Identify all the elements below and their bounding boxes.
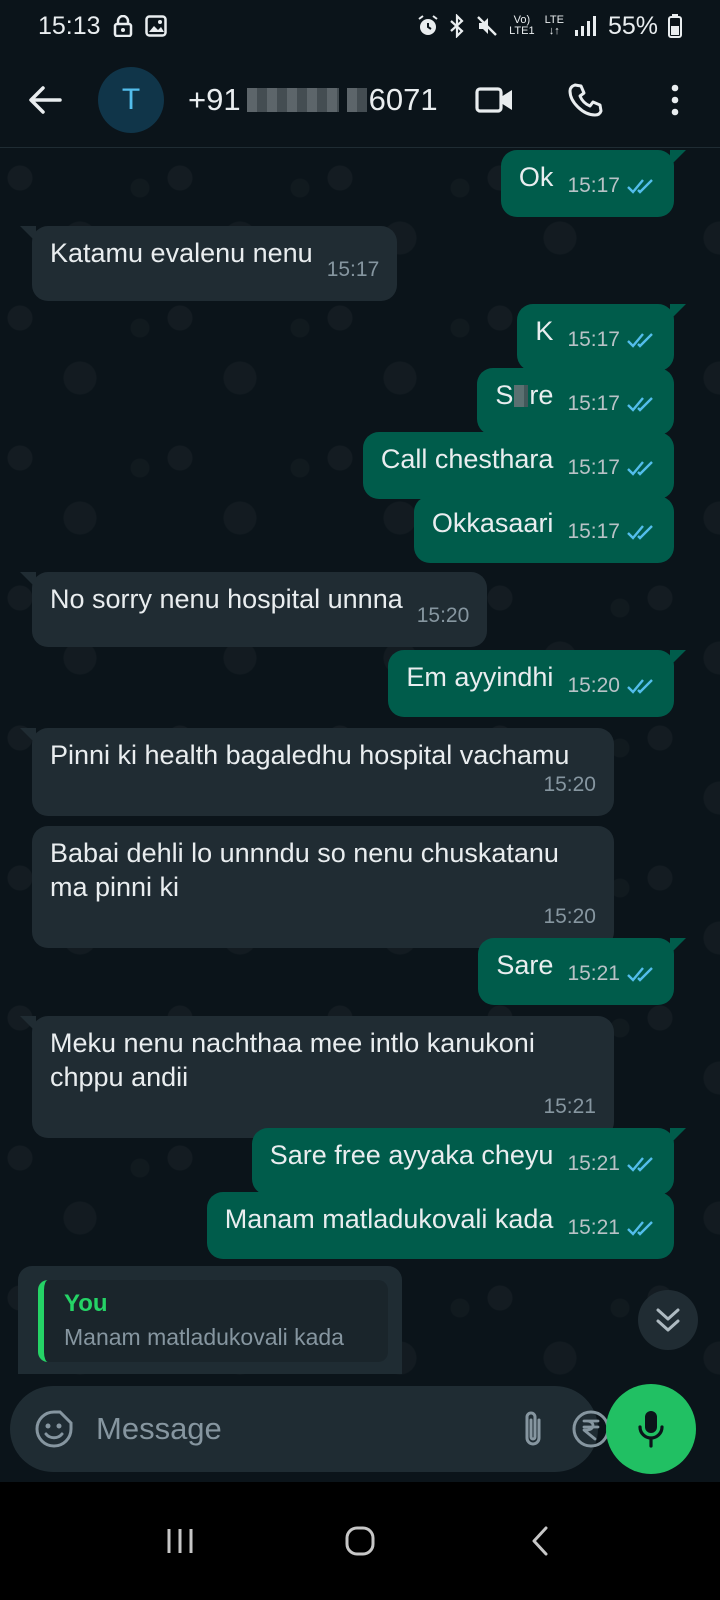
message-bubble-incoming[interactable]: Meku nenu nachthaa mee intlo kanukoni ch… (20, 1016, 614, 1138)
mute-icon (475, 14, 499, 38)
contact-avatar[interactable]: T (98, 66, 164, 133)
redacted-number-block (346, 87, 367, 112)
volte-indicator: Vo) LTE1 (509, 14, 535, 37)
double-chevron-down-icon (656, 1308, 680, 1332)
video-call-button[interactable] (450, 52, 540, 148)
reply-author: You (64, 1290, 108, 1317)
message-bubble-incoming[interactable]: Pinni ki health bagaledhu hospital vacha… (20, 728, 614, 816)
chat-header: T +91 6071 (0, 52, 720, 148)
read-receipt-icon (627, 967, 653, 982)
status-bar: 15:13 Vo) LTE1 LTE ↓↑ 55% (0, 0, 720, 52)
lte-indicator: LTE ↓↑ (544, 14, 564, 37)
read-receipt-icon (627, 525, 653, 540)
attach-button[interactable] (519, 1402, 547, 1456)
gallery-icon (144, 15, 167, 37)
back-button[interactable] (0, 52, 90, 148)
voice-call-button[interactable] (540, 52, 630, 148)
rupee-icon (572, 1410, 610, 1448)
message-bubble-incoming[interactable]: Babai dehli lo unnndu so nenu chuskatanu… (32, 826, 614, 948)
read-receipt-icon (627, 179, 653, 194)
message-bubble-outgoing[interactable]: Manam matladukovali kada 15:21 (206, 1192, 674, 1259)
more-vertical-icon (671, 84, 679, 115)
home-button[interactable] (315, 1496, 405, 1586)
redacted-text-block (514, 385, 529, 407)
recent-apps-button[interactable] (135, 1496, 225, 1586)
reply-text: Manam matladukovali kada (64, 1324, 344, 1350)
sticker-icon (35, 1410, 73, 1448)
arrow-left-icon (29, 85, 62, 114)
read-receipt-icon (627, 397, 653, 412)
message-input[interactable] (96, 1411, 495, 1447)
microphone-icon (638, 1411, 664, 1448)
video-camera-icon (475, 86, 512, 113)
battery-icon (668, 14, 682, 38)
home-icon (345, 1526, 375, 1556)
message-bubble-incoming[interactable]: Katamu evalenu nenu 15:17 (19, 226, 398, 301)
sticker-button[interactable] (34, 1402, 74, 1456)
message-bubble-outgoing[interactable]: Okkasaari 15:17 (413, 496, 674, 563)
contact-name[interactable]: +91 6071 (188, 82, 438, 118)
voice-record-button[interactable] (606, 1384, 696, 1474)
reply-preview[interactable]: You Manam matladukovali kada (18, 1266, 402, 1374)
message-list[interactable]: Ok 15:17 Katamu evalenu nenu 15:17 K 15:17 … (0, 148, 720, 1403)
message-bubble-outgoing[interactable]: Sare 15:21 (478, 938, 686, 1005)
bluetooth-icon (449, 14, 465, 38)
message-composer (10, 1386, 673, 1472)
payment-button[interactable] (571, 1402, 611, 1456)
message-bubble-incoming[interactable]: No sorry nenu hospital unnna 15:20 (19, 572, 488, 647)
read-receipt-icon (627, 1221, 653, 1236)
message-bubble-outgoing[interactable]: Call chesthara 15:17 (362, 432, 674, 499)
lock-icon (113, 15, 133, 37)
message-bubble-outgoing[interactable]: K 15:17 (517, 304, 686, 371)
read-receipt-icon (627, 1157, 653, 1172)
status-time: 15:13 (38, 11, 101, 40)
scroll-to-bottom-button[interactable] (638, 1290, 698, 1350)
redacted-number-block (246, 87, 339, 112)
read-receipt-icon (627, 679, 653, 694)
paperclip-icon (525, 1411, 541, 1446)
message-bubble-outgoing[interactable]: Ok 15:17 (500, 150, 687, 217)
read-receipt-icon (627, 461, 653, 476)
phone-icon (568, 83, 603, 116)
system-back-button[interactable] (495, 1496, 585, 1586)
signal-icon (574, 15, 598, 37)
message-bubble-outgoing[interactable]: Em ayyindhi 15:20 (388, 650, 686, 717)
message-bubble-outgoing[interactable]: Sare free ayyaka cheyu 15:21 (251, 1128, 687, 1195)
message-bubble-outgoing[interactable]: Sre 15:17 (477, 368, 674, 435)
recents-icon (167, 1529, 193, 1553)
chevron-left-icon (532, 1526, 548, 1556)
read-receipt-icon (627, 333, 653, 348)
more-options-button[interactable] (630, 52, 720, 148)
quoted-message[interactable]: You Manam matladukovali kada (38, 1280, 388, 1362)
system-navigation-bar (0, 1482, 720, 1600)
battery-percent: 55% (607, 11, 658, 40)
alarm-icon (417, 15, 439, 37)
